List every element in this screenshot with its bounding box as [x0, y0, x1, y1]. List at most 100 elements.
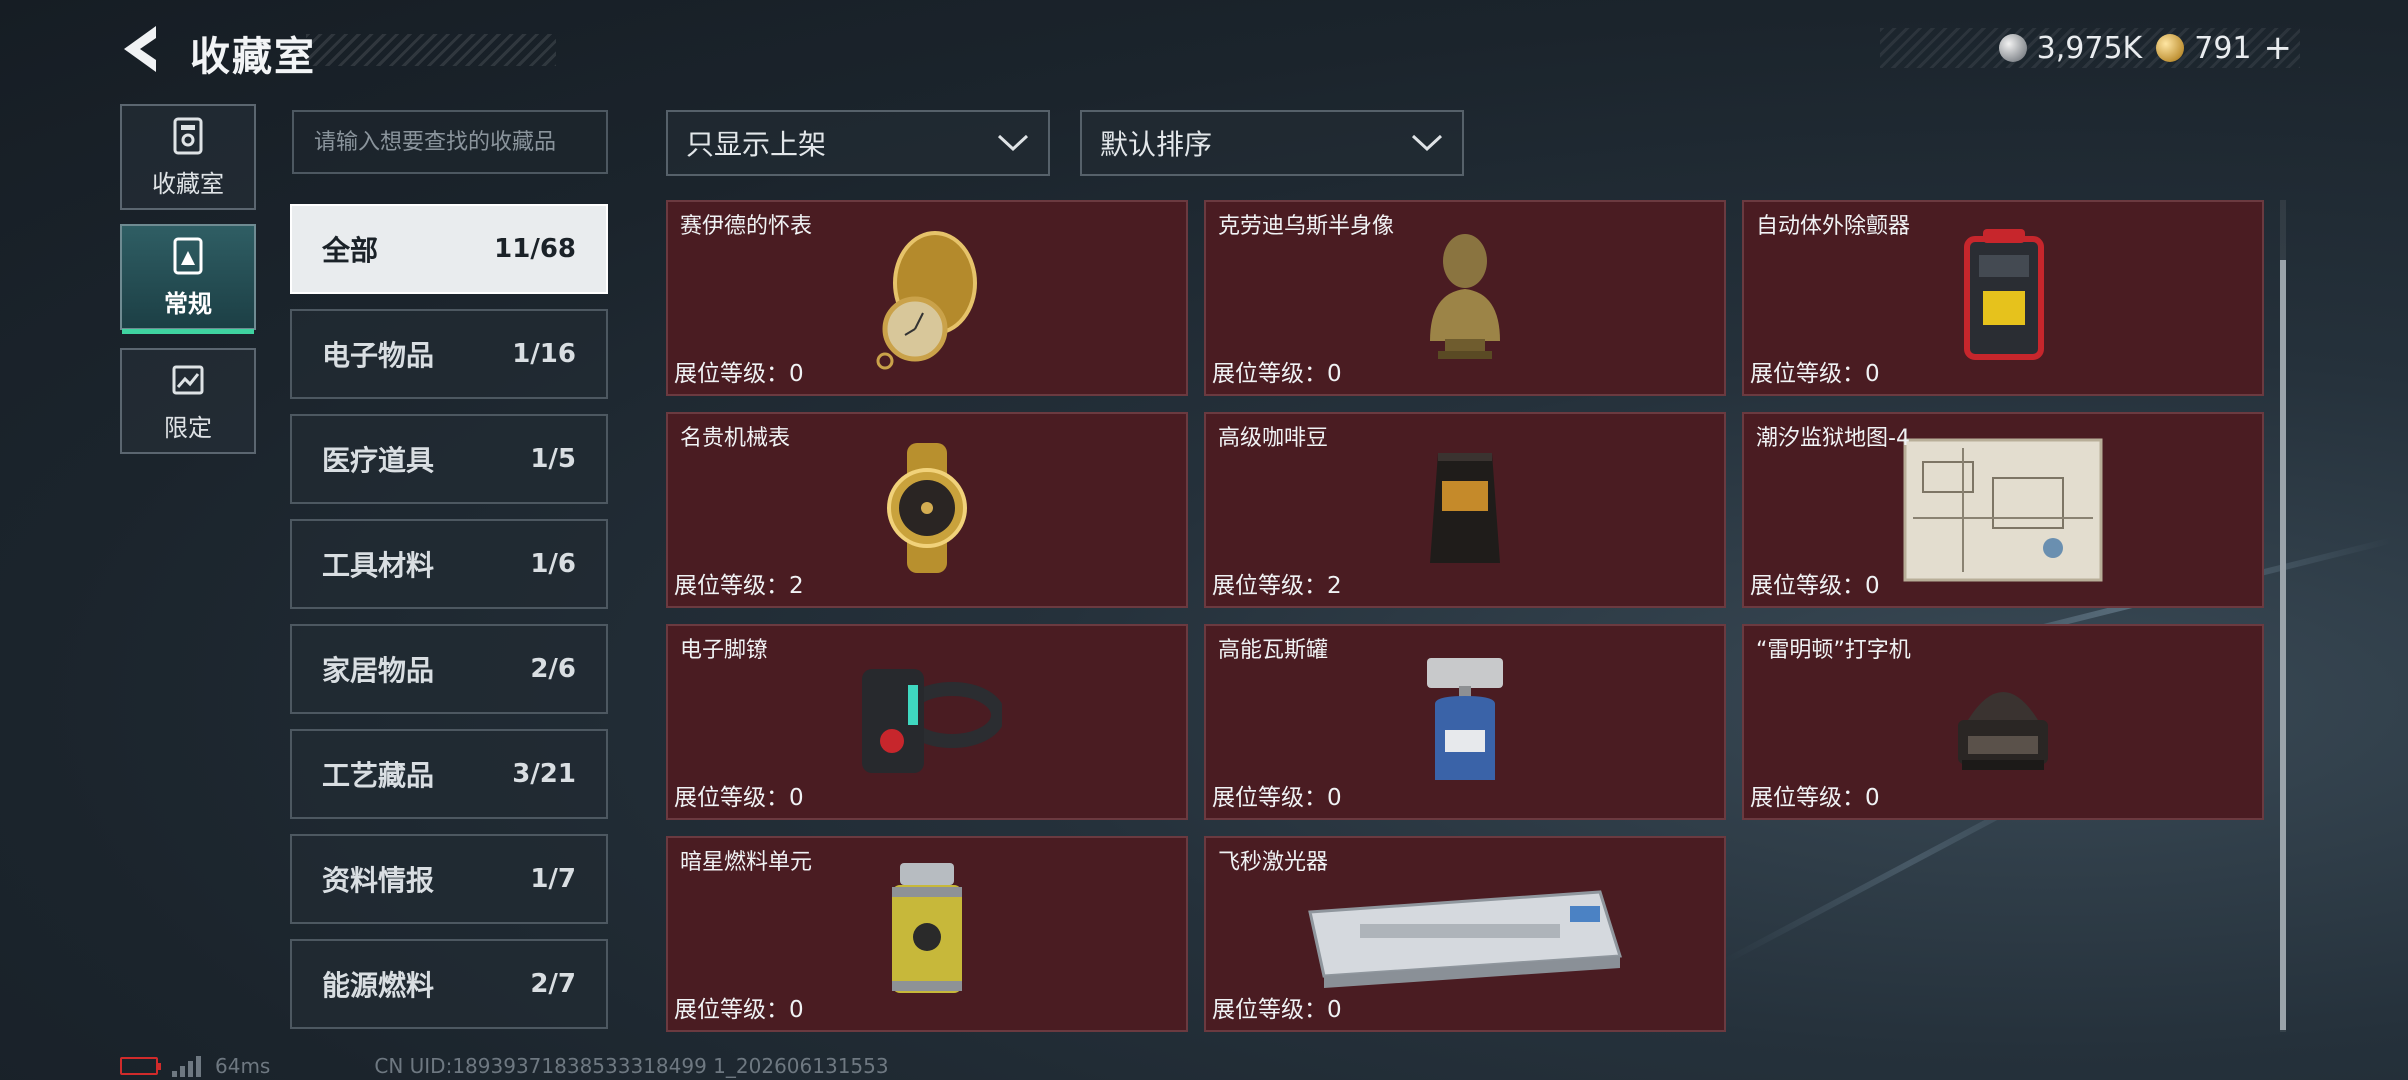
status-bar: 64ms CN UID:18939371838533318499 1_20260… [120, 1052, 889, 1080]
category-count: 1/5 [530, 444, 576, 474]
silver-currency: 3,975K [1998, 30, 2143, 66]
gold-amount: 791 [2194, 30, 2252, 66]
item-name: 高级咖啡豆 [1218, 426, 1329, 451]
rail-tab-limited[interactable]: 限定 [120, 348, 256, 454]
back-arrow-icon [124, 26, 156, 72]
page-header: 收藏室 [186, 24, 556, 80]
rail-tab-collection-room[interactable]: 收藏室 [120, 104, 256, 210]
rail-tab-label: 常规 [164, 289, 212, 318]
map-icon [1903, 438, 2103, 582]
item-card[interactable]: “雷明顿”打字机 展位等级：0 [1742, 624, 2264, 820]
scrollbar-thumb[interactable] [2280, 260, 2286, 1030]
chevron-down-icon [1411, 134, 1443, 152]
grid-scrollbar[interactable] [2280, 200, 2286, 1032]
active-tab-indicator [122, 329, 254, 334]
category-crafts[interactable]: 工艺藏品 3/21 [290, 729, 608, 819]
item-card[interactable]: 高能瓦斯罐 展位等级：0 [1204, 624, 1726, 820]
signal-icon [172, 1055, 201, 1077]
category-fuel[interactable]: 能源燃料 2/7 [290, 939, 608, 1029]
chevron-down-icon [997, 134, 1029, 152]
item-name: “雷明顿”打字机 [1756, 638, 1911, 663]
pocket-watch-icon [876, 231, 977, 370]
category-count: 2/7 [530, 969, 576, 999]
sort-value: 默认排序 [1100, 128, 1213, 161]
item-card[interactable]: 暗星燃料单元 展位等级：0 [666, 836, 1188, 1032]
category-name: 工具材料 [322, 549, 435, 582]
ankle-monitor-icon [862, 669, 1002, 773]
item-card[interactable]: 高级咖啡豆 展位等级：2 [1204, 412, 1726, 608]
item-card[interactable]: 自动体外除颤器 展位等级：0 [1742, 200, 2264, 396]
latency-text: 64ms [215, 1054, 271, 1078]
battery-icon [120, 1057, 161, 1075]
item-level: 展位等级：0 [674, 361, 804, 387]
wristwatch-icon [887, 443, 967, 573]
category-all[interactable]: 全部 11/68 [290, 204, 608, 294]
item-level: 展位等级：0 [1212, 997, 1342, 1023]
currency-bar: 3,975K 791 + [1880, 28, 2300, 68]
item-level: 展位等级：2 [1212, 573, 1342, 599]
category-count: 3/21 [512, 759, 576, 789]
silver-amount: 3,975K [2036, 30, 2143, 66]
category-household[interactable]: 家居物品 2/6 [290, 624, 608, 714]
collection-room-icon [173, 117, 203, 154]
item-name: 潮汐监狱地图-4 [1756, 426, 1910, 451]
item-card[interactable]: 赛伊德的怀表 展位等级：0 [666, 200, 1188, 396]
item-level: 展位等级：0 [674, 997, 804, 1023]
item-level: 展位等级：0 [1750, 361, 1880, 387]
item-card[interactable]: 飞秒激光器 展位等级：0 [1204, 836, 1726, 1032]
category-medical[interactable]: 医疗道具 1/5 [290, 414, 608, 504]
category-tools[interactable]: 工具材料 1/6 [290, 519, 608, 609]
category-name: 医疗道具 [322, 444, 435, 477]
laser-device-icon [1308, 890, 1622, 988]
silver-coin-icon [1998, 34, 2027, 62]
item-level: 展位等级：0 [1750, 573, 1880, 599]
category-count: 1/7 [530, 864, 576, 894]
add-currency-button[interactable]: + [2264, 28, 2293, 68]
category-count: 1/6 [530, 549, 576, 579]
category-name: 资料情报 [322, 864, 435, 897]
item-name: 飞秒激光器 [1218, 850, 1329, 875]
bust-statue-icon [1430, 234, 1500, 359]
category-count: 11/68 [494, 234, 576, 264]
item-name: 暗星燃料单元 [680, 850, 813, 875]
item-card[interactable]: 电子脚镣 展位等级：0 [666, 624, 1188, 820]
item-level: 展位等级：0 [674, 785, 804, 811]
category-count: 1/16 [512, 339, 576, 369]
item-level: 展位等级：0 [1212, 785, 1342, 811]
gas-canister-icon [1427, 658, 1503, 780]
category-name: 能源燃料 [322, 969, 435, 1002]
rail-tab-label: 限定 [164, 413, 212, 442]
rail-tab-regular[interactable]: 常规 [120, 224, 256, 334]
limited-icon [172, 365, 204, 394]
item-card[interactable]: 潮汐监狱地图-4 展位等级：0 [1742, 412, 2264, 608]
category-electronics[interactable]: 电子物品 1/16 [290, 309, 608, 399]
collection-grid: 赛伊德的怀表 展位等级：0 克劳迪乌斯半身像 展位等级：0 自动体外除颤器 展位… [666, 200, 2266, 1036]
display-filter-value: 只显示上架 [686, 128, 827, 161]
item-name: 自动体外除颤器 [1756, 214, 1911, 239]
item-level: 展位等级：2 [674, 573, 804, 599]
category-intel[interactable]: 资料情报 1/7 [290, 834, 608, 924]
category-name: 家居物品 [322, 654, 435, 687]
item-card[interactable]: 克劳迪乌斯半身像 展位等级：0 [1204, 200, 1726, 396]
coffee-bag-icon [1430, 453, 1500, 563]
display-filter-dropdown[interactable]: 只显示上架 [666, 110, 1050, 176]
search-input[interactable] [292, 110, 608, 174]
back-button[interactable] [118, 22, 168, 76]
fuel-cell-icon [892, 863, 962, 993]
category-name: 工艺藏品 [322, 759, 435, 792]
category-name: 电子物品 [322, 339, 435, 372]
gold-coin-icon [2156, 34, 2185, 62]
item-name: 名贵机械表 [680, 426, 791, 451]
defibrillator-icon [1964, 229, 2044, 360]
item-level: 展位等级：0 [1750, 785, 1880, 811]
category-count: 2/6 [530, 654, 576, 684]
item-card[interactable]: 名贵机械表 展位等级：2 [666, 412, 1188, 608]
sort-dropdown[interactable]: 默认排序 [1080, 110, 1464, 176]
item-name: 电子脚镣 [680, 638, 769, 663]
item-name: 克劳迪乌斯半身像 [1218, 214, 1395, 239]
page-title: 收藏室 [190, 34, 316, 80]
gold-currency: 791 + [2156, 28, 2292, 68]
category-name: 全部 [322, 234, 379, 267]
typewriter-icon [1958, 692, 2048, 770]
item-level: 展位等级：0 [1212, 361, 1342, 387]
